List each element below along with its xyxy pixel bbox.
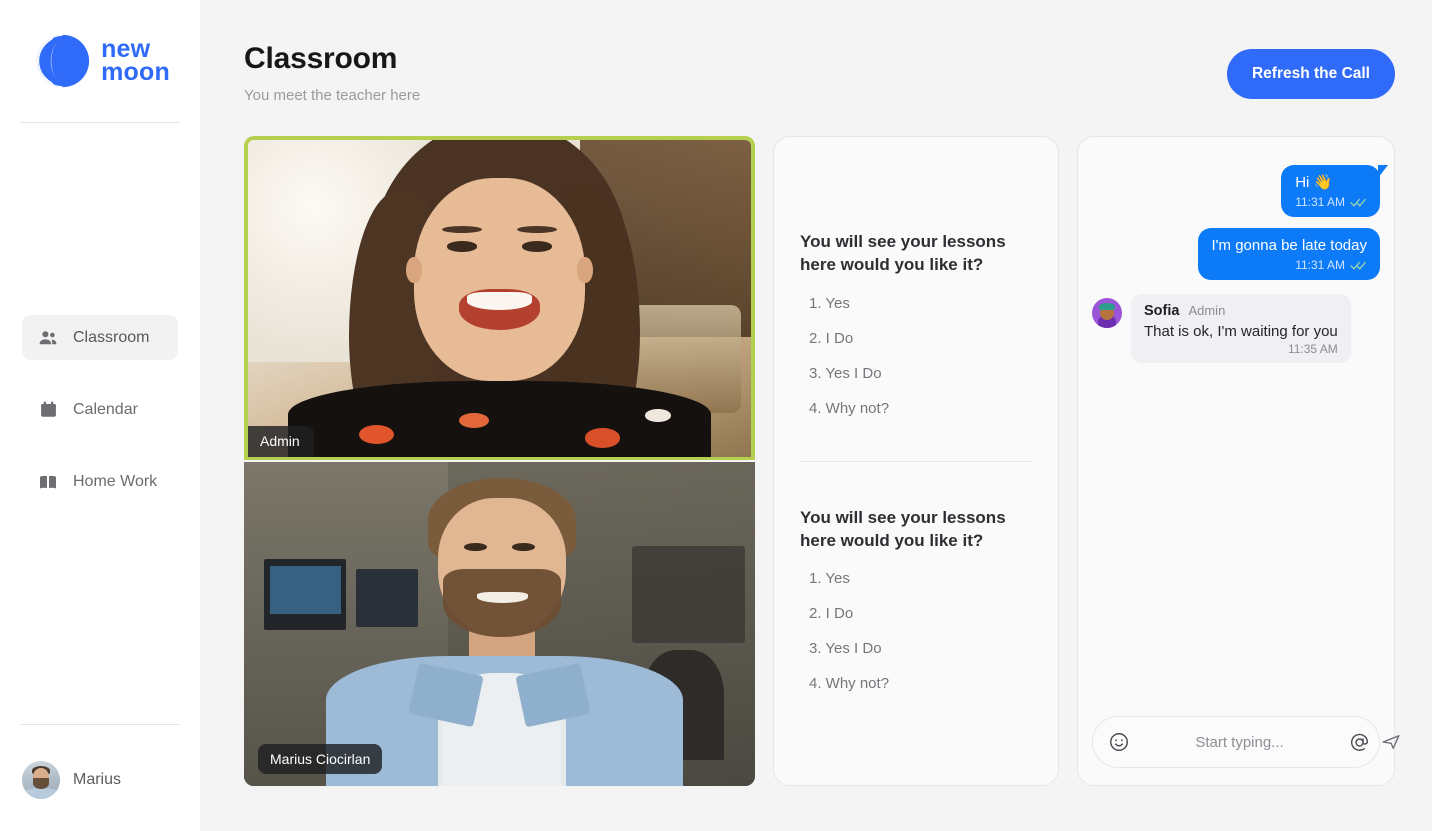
chat-sender-name: Sofia bbox=[1144, 302, 1180, 319]
refresh-call-button[interactable]: Refresh the Call bbox=[1226, 49, 1395, 99]
page-subtitle: You meet the teacher here bbox=[244, 87, 421, 104]
lesson-options: 1. Yes 2. I Do 3. Yes I Do 4. Why not? bbox=[800, 570, 1032, 692]
book-icon bbox=[38, 472, 58, 492]
content-columns: Admin Marius Ciocirlan You will see your… bbox=[244, 136, 1400, 786]
video-label: Admin bbox=[248, 426, 314, 457]
sidebar-item-label: Calendar bbox=[73, 400, 138, 418]
chat-message-text: I'm gonna be late today bbox=[1211, 236, 1367, 254]
page-header: Classroom You meet the teacher here Refr… bbox=[244, 0, 1395, 104]
lesson-options: 1. Yes 2. I Do 3. Yes I Do 4. Why not? bbox=[800, 295, 1032, 417]
chat-bubble[interactable]: Sofia Admin That is ok, I'm waiting for … bbox=[1131, 293, 1351, 364]
page-title: Classroom bbox=[244, 42, 398, 75]
chat-panel: Hi 👋 11:31 AM I'm gonna be late today 11… bbox=[1077, 136, 1400, 786]
sidebar-footer: Marius bbox=[0, 724, 200, 831]
chat-message-outgoing: Hi 👋 11:31 AM bbox=[1092, 165, 1388, 217]
sidebar-user-profile[interactable]: Marius bbox=[0, 761, 200, 799]
lesson-question-block: You will see your lessons here would you… bbox=[800, 230, 1032, 416]
sidebar-item-label: Home Work bbox=[73, 472, 158, 490]
chat-sender-role: Admin bbox=[1188, 302, 1226, 318]
chat-message-meta: 11:31 AM bbox=[1212, 258, 1367, 272]
lesson-option[interactable]: 2. I Do bbox=[800, 330, 1032, 347]
video-label: Marius Ciocirlan bbox=[258, 744, 383, 774]
video-tile-marius[interactable]: Marius Ciocirlan bbox=[244, 462, 755, 786]
chat-bubble[interactable]: I'm gonna be late today 11:31 AM bbox=[1197, 227, 1380, 280]
video-tile-admin[interactable]: Admin bbox=[244, 136, 755, 460]
brand-line-2: moon bbox=[101, 58, 170, 86]
smiley-icon[interactable] bbox=[1108, 731, 1130, 753]
brand-logo[interactable]: new moon bbox=[0, 0, 200, 122]
send-plane-icon[interactable] bbox=[1380, 731, 1402, 753]
moon-arcs-logo-icon bbox=[36, 34, 90, 88]
at-sign-icon[interactable] bbox=[1349, 732, 1370, 753]
video-grid: Admin Marius Ciocirlan bbox=[244, 136, 755, 786]
lessons-divider bbox=[800, 460, 1032, 462]
video-stream-admin bbox=[248, 140, 751, 457]
lesson-question-title: You will see your lessons here would you… bbox=[800, 507, 1006, 550]
sidebar-user-name: Marius bbox=[73, 771, 122, 788]
video-stream-marius bbox=[244, 462, 755, 786]
lesson-question-title: You will see your lessons here would you… bbox=[800, 232, 1006, 275]
sidebar-bottom-divider bbox=[20, 724, 180, 725]
lesson-option[interactable]: 4. Why not? bbox=[800, 675, 1032, 692]
lesson-option[interactable]: 4. Why not? bbox=[800, 400, 1032, 417]
lesson-option[interactable]: 3. Yes I Do bbox=[800, 640, 1032, 657]
avatar bbox=[22, 761, 60, 799]
sidebar-top-divider bbox=[20, 122, 180, 123]
chat-message-outgoing: I'm gonna be late today 11:31 AM bbox=[1092, 227, 1380, 280]
lesson-option[interactable]: 1. Yes bbox=[800, 570, 1032, 587]
double-check-icon bbox=[1350, 261, 1366, 270]
sidebar-nav: Classroom Calendar Home Work bbox=[0, 315, 200, 531]
app-root: new moon Classroom Calendar Home Work Ma… bbox=[0, 0, 1432, 831]
lessons-panel: You will see your lessons here would you… bbox=[773, 136, 1059, 786]
main-content: Classroom You meet the teacher here Refr… bbox=[200, 0, 1432, 831]
chat-message-text: That is ok, I'm waiting for you bbox=[1144, 322, 1338, 340]
sidebar-item-homework[interactable]: Home Work bbox=[22, 459, 178, 504]
sofia-avatar bbox=[1092, 297, 1122, 328]
calendar-icon bbox=[38, 400, 58, 420]
chat-timestamp: 11:31 AM bbox=[1295, 194, 1345, 209]
chat-message-meta: 11:31 AM bbox=[1295, 195, 1367, 209]
chat-message-text: Hi 👋 bbox=[1295, 174, 1333, 191]
double-check-icon bbox=[1350, 198, 1366, 207]
lesson-question-block: You will see your lessons here would you… bbox=[800, 506, 1032, 692]
lesson-option[interactable]: 2. I Do bbox=[800, 605, 1032, 622]
chat-timestamp: 11:31 AM bbox=[1295, 257, 1345, 272]
chat-scroll-spacer bbox=[1092, 363, 1380, 716]
chat-bubble[interactable]: Hi 👋 11:31 AM bbox=[1281, 165, 1388, 217]
sidebar-item-calendar[interactable]: Calendar bbox=[22, 387, 178, 432]
chat-message-incoming: Sofia Admin That is ok, I'm waiting for … bbox=[1092, 293, 1380, 364]
chat-input[interactable] bbox=[1140, 733, 1339, 751]
chat-composer bbox=[1092, 716, 1400, 768]
sidebar: new moon Classroom Calendar Home Work Ma… bbox=[0, 0, 200, 831]
sidebar-item-label: Classroom bbox=[73, 328, 150, 346]
page-heading-group: Classroom You meet the teacher here bbox=[244, 42, 420, 104]
chat-timestamp: 11:35 AM bbox=[1287, 342, 1338, 357]
people-icon bbox=[38, 328, 58, 348]
chat-sender-row: Sofia Admin bbox=[1144, 303, 1338, 319]
lesson-option[interactable]: 3. Yes I Do bbox=[800, 365, 1032, 382]
sidebar-item-classroom[interactable]: Classroom bbox=[22, 315, 178, 360]
lesson-option[interactable]: 1. Yes bbox=[800, 295, 1032, 312]
chat-message-list: Hi 👋 11:31 AM I'm gonna be late today 11… bbox=[1092, 165, 1388, 364]
